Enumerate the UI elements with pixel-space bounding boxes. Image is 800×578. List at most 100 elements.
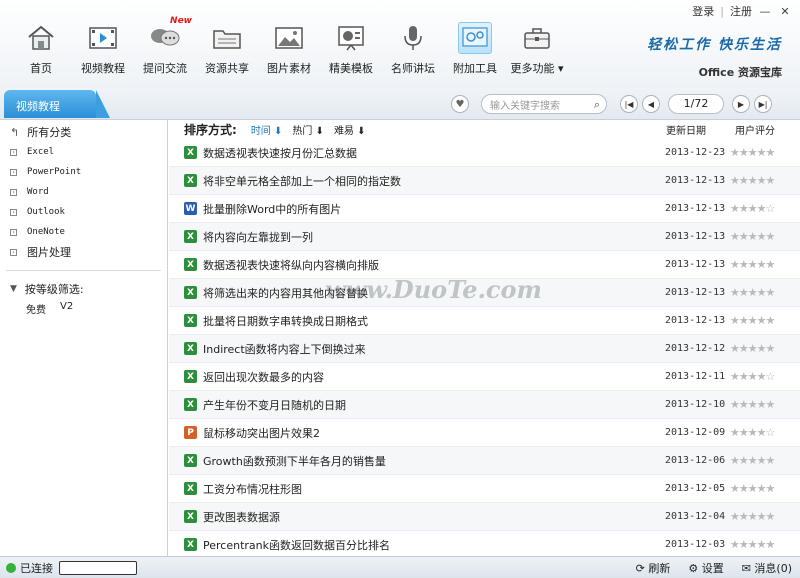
sidebar-item-excel[interactable]: › Excel: [0, 142, 167, 162]
tutorial-date: 2013-12-04: [665, 511, 726, 522]
sidebar-item-powerpoint[interactable]: › PowerPoint: [0, 162, 167, 182]
tutorial-row[interactable]: X 产生年份不变月日随机的日期 2013-12-10 ★★★★★: [169, 391, 800, 419]
home-icon: [24, 22, 58, 54]
tutorial-title[interactable]: 返回出现次数最多的内容: [203, 369, 324, 385]
sort-by-time[interactable]: 时间 ⬇: [251, 122, 283, 137]
settings-button[interactable]: ⚙ 设置: [688, 560, 723, 576]
tab-video-tutorials[interactable]: 视频教程: [4, 90, 110, 118]
sort-by-popular[interactable]: 热门 ⬇: [292, 122, 324, 137]
rating-stars: ★★★★☆: [730, 202, 775, 215]
tool-video[interactable]: 视频教程: [72, 20, 134, 80]
tool-chat[interactable]: New 提问交流: [134, 16, 196, 80]
tutorial-title[interactable]: Indirect函数将内容上下倒换过来: [203, 341, 366, 357]
tutorial-row[interactable]: X 工资分布情况柱形图 2013-12-05 ★★★★★: [169, 475, 800, 503]
tool-lectures[interactable]: 名师讲坛: [382, 20, 444, 80]
tool-share[interactable]: 资源共享: [196, 20, 258, 80]
tutorial-title[interactable]: 将内容向左靠拢到一列: [203, 229, 313, 245]
tutorial-row[interactable]: X 数据透视表快速按月份汇总数据 2013-12-23 ★★★★★: [169, 139, 800, 167]
sidebar-label: Outlook: [27, 207, 65, 217]
tutorial-title[interactable]: 鼠标移动突出图片效果2: [203, 425, 320, 441]
tutorial-row[interactable]: X 返回出现次数最多的内容 2013-12-11 ★★★★☆: [169, 363, 800, 391]
expand-icon: ›: [10, 208, 17, 216]
tutorial-date: 2013-12-03: [665, 539, 726, 550]
next-page-button[interactable]: ▶: [732, 95, 750, 113]
status-bar: 已连接 ⟳ 刷新 ⚙ 设置 ✉ 消息(0): [0, 556, 800, 578]
tutorial-row[interactable]: X Indirect函数将内容上下倒换过来 2013-12-12 ★★★★★: [169, 335, 800, 363]
connected-status-icon: [6, 562, 16, 573]
tutorial-title[interactable]: 将非空单元格全部加上一个相同的指定数: [203, 173, 401, 189]
tool-label: 视频教程: [81, 62, 125, 75]
tutorial-row[interactable]: X 更改图表数据源 2013-12-04 ★★★★★: [169, 503, 800, 531]
tutorial-date: 2013-12-11: [665, 371, 726, 382]
search-icon[interactable]: ⌕: [594, 98, 600, 112]
favorite-heart-icon[interactable]: ♥: [451, 95, 469, 113]
filter-label: 按等级筛选:: [24, 283, 84, 296]
messages-button[interactable]: ✉ 消息(0): [742, 560, 792, 576]
sidebar-item-word[interactable]: › Word: [0, 182, 167, 202]
nav-bar: 视频教程 ♥ 输入关键字搜索 ⌕ |◀ ◀ 1/72 ▶ ▶|: [0, 88, 800, 120]
image-icon: [272, 22, 306, 54]
connection-status: 已连接: [20, 561, 53, 575]
excel-file-icon: X: [184, 174, 197, 187]
rating-stars: ★★★★★: [730, 398, 775, 411]
tutorial-title[interactable]: 产生年份不变月日随机的日期: [203, 397, 346, 413]
sidebar-item-image-processing[interactable]: › 图片处理: [0, 242, 167, 262]
prev-page-button[interactable]: ◀: [642, 95, 660, 113]
level-filter-options: 免费 V2: [0, 301, 167, 316]
sidebar-item-onenote[interactable]: › OneNote: [0, 222, 167, 242]
expand-icon: ›: [10, 188, 17, 196]
tutorial-row[interactable]: X Growth函数预测下半年各月的销售量 2013-12-06 ★★★★★: [169, 447, 800, 475]
category-sidebar: ↰ 所有分类 › Excel › PowerPoint › Word › Outlook…: [0, 120, 168, 556]
rating-stars: ★★★★★: [730, 174, 775, 187]
sidebar-all-categories[interactable]: ↰ 所有分类: [0, 122, 167, 142]
tool-addons[interactable]: 附加工具: [444, 20, 506, 80]
tutorial-row[interactable]: X 将非空单元格全部加上一个相同的指定数 2013-12-13 ★★★★★: [169, 167, 800, 195]
tutorial-title[interactable]: 更改图表数据源: [203, 509, 280, 525]
register-link[interactable]: 注册: [730, 3, 752, 19]
tutorial-title[interactable]: 批量删除Word中的所有图片: [203, 201, 341, 217]
expand-icon: ›: [10, 228, 17, 236]
tutorial-row[interactable]: X 将内容向左靠拢到一列 2013-12-13 ★★★★★: [169, 223, 800, 251]
tool-home[interactable]: 首页: [10, 20, 72, 80]
chat-icon: [148, 22, 182, 54]
tools-icon: [458, 22, 492, 54]
rating-stars: ★★★★☆: [730, 426, 775, 439]
tutorial-row[interactable]: P 鼠标移动突出图片效果2 2013-12-09 ★★★★☆: [169, 419, 800, 447]
first-page-button[interactable]: |◀: [620, 95, 638, 113]
tool-more[interactable]: 更多功能 ▾: [506, 20, 568, 80]
rating-stars: ★★★★☆: [730, 370, 775, 383]
tutorial-row[interactable]: W 批量删除Word中的所有图片 2013-12-13 ★★★★☆: [169, 195, 800, 223]
close-button[interactable]: ✕: [778, 5, 792, 18]
last-page-button[interactable]: ▶|: [754, 95, 772, 113]
rating-stars: ★★★★★: [730, 314, 775, 327]
tutorial-row[interactable]: X 批量将日期数字串转换成日期格式 2013-12-13 ★★★★★: [169, 307, 800, 335]
minimize-button[interactable]: —: [758, 5, 772, 18]
briefcase-icon: [520, 22, 554, 54]
tutorial-row[interactable]: X Percentrank函数返回数据百分比排名 2013-12-03 ★★★★★: [169, 531, 800, 559]
tutorial-title[interactable]: Growth函数预测下半年各月的销售量: [203, 453, 386, 469]
page-input[interactable]: 1/72: [668, 94, 724, 114]
tutorial-title[interactable]: Percentrank函数返回数据百分比排名: [203, 537, 390, 553]
tutorial-date: 2013-12-13: [665, 287, 726, 298]
excel-file-icon: X: [184, 398, 197, 411]
tutorial-title[interactable]: 数据透视表快速将纵向内容横向排版: [203, 257, 379, 273]
sidebar-label: Word: [27, 187, 49, 197]
tool-label: 精美模板: [329, 62, 373, 75]
sidebar-item-outlook[interactable]: › Outlook: [0, 202, 167, 222]
search-input[interactable]: 输入关键字搜索 ⌕: [481, 94, 607, 114]
tutorial-title[interactable]: 批量将日期数字串转换成日期格式: [203, 313, 368, 329]
sort-by-difficulty[interactable]: 难易 ⬇: [334, 122, 366, 137]
tool-images[interactable]: 图片素材: [258, 20, 320, 80]
progress-box: [59, 560, 137, 575]
refresh-button[interactable]: ⟳ 刷新: [636, 560, 671, 576]
rating-stars: ★★★★★: [730, 146, 775, 159]
filter-option-free[interactable]: 免费: [26, 301, 46, 316]
filter-option-v2[interactable]: V2: [60, 301, 73, 316]
collapse-triangle-icon[interactable]: ▼: [10, 284, 17, 294]
tutorial-title[interactable]: 数据透视表快速按月份汇总数据: [203, 145, 357, 161]
tutorial-title[interactable]: 工资分布情况柱形图: [203, 481, 302, 497]
sidebar-label: 图片处理: [27, 246, 71, 259]
rating-stars: ★★★★★: [730, 258, 775, 271]
login-link[interactable]: 登录: [692, 3, 714, 19]
tool-templates[interactable]: 精美模板: [320, 20, 382, 80]
